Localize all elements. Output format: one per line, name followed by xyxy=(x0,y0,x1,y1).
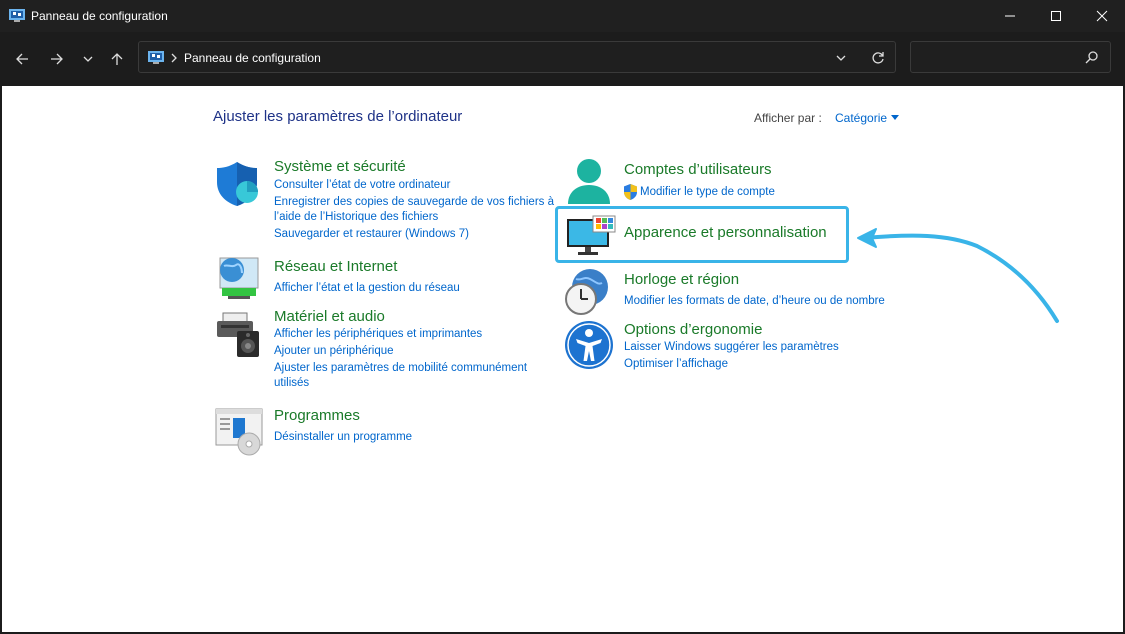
clock-globe-icon xyxy=(565,269,608,315)
view-by-dropdown[interactable]: Catégorie xyxy=(835,111,887,125)
search-input[interactable] xyxy=(910,41,1111,73)
accessibility-icon xyxy=(565,321,613,369)
uac-shield-icon xyxy=(624,184,637,200)
annotation-arrow xyxy=(857,228,1059,323)
link-devices-printers[interactable]: Afficher les périphériques et imprimante… xyxy=(274,326,482,342)
forward-button[interactable] xyxy=(44,46,70,72)
maximize-button[interactable] xyxy=(1033,0,1079,32)
caret-down-icon[interactable] xyxy=(891,115,899,120)
category-network-internet[interactable]: Réseau et Internet xyxy=(274,258,397,275)
title-bar: Panneau de configuration xyxy=(0,0,1125,32)
chevron-down-icon xyxy=(83,56,93,62)
category-clock-region[interactable]: Horloge et région xyxy=(624,271,739,288)
breadcrumb[interactable]: Panneau de configuration xyxy=(184,51,321,65)
link-optimize-display[interactable]: Optimiser l’affichage xyxy=(624,356,728,372)
link-change-account-type[interactable]: Modifier le type de compte xyxy=(640,184,775,200)
category-user-accounts[interactable]: Comptes d’utilisateurs xyxy=(624,161,772,178)
minimize-icon xyxy=(1005,15,1015,17)
recent-locations-button[interactable] xyxy=(75,46,101,72)
close-button[interactable] xyxy=(1079,0,1125,32)
address-bar[interactable]: Panneau de configuration xyxy=(138,41,896,73)
search-icon xyxy=(1085,51,1098,64)
search-field[interactable] xyxy=(917,48,1081,68)
close-icon xyxy=(1096,10,1108,22)
maximize-icon xyxy=(1051,11,1061,21)
link-change-date-formats[interactable]: Modifier les formats de date, d’heure ou… xyxy=(624,293,885,309)
arrow-left-icon xyxy=(16,53,28,65)
page-title: Ajuster les paramètres de l’ordinateur xyxy=(213,108,463,125)
link-save-backup-copies[interactable]: Enregistrer des copies de sauvegarde de … xyxy=(274,194,554,210)
category-programs[interactable]: Programmes xyxy=(274,407,360,424)
category-system-security[interactable]: Système et sécurité xyxy=(274,158,406,175)
link-file-history[interactable]: l’aide de l’Historique des fichiers xyxy=(274,209,438,225)
arrow-up-icon xyxy=(111,53,123,65)
minimize-button[interactable] xyxy=(987,0,1033,32)
link-windows-suggest-settings[interactable]: Laisser Windows suggérer les paramètres xyxy=(624,339,839,355)
printer-speaker-icon xyxy=(217,312,259,357)
navigation-bar: Panneau de configuration xyxy=(0,32,1125,86)
highlight-box xyxy=(555,206,849,263)
control-panel-icon xyxy=(148,51,164,64)
link-check-computer-status[interactable]: Consulter l’état de votre ordinateur xyxy=(274,177,450,193)
link-mobility-settings[interactable]: Ajuster les paramètres de mobilité commu… xyxy=(274,360,527,376)
link-backup-restore[interactable]: Sauvegarder et restaurer (Windows 7) xyxy=(274,226,469,242)
category-hardware-sound[interactable]: Matériel et audio xyxy=(274,308,385,325)
refresh-icon[interactable] xyxy=(871,51,885,65)
link-add-device[interactable]: Ajouter un périphérique xyxy=(274,343,394,359)
link-uninstall-program[interactable]: Désinstaller un programme xyxy=(274,429,412,445)
window-title: Panneau de configuration xyxy=(31,9,168,23)
category-ease-of-access[interactable]: Options d’ergonomie xyxy=(624,321,762,338)
view-by-label: Afficher par : xyxy=(754,111,822,125)
chevron-right-icon xyxy=(171,53,177,63)
user-account-icon xyxy=(568,159,610,204)
network-globe-icon xyxy=(219,257,259,299)
link-mobility-settings-continued[interactable]: utilisés xyxy=(274,375,309,391)
chevron-down-icon[interactable] xyxy=(835,53,847,63)
back-button[interactable] xyxy=(9,46,35,72)
arrow-right-icon xyxy=(51,53,63,65)
up-button[interactable] xyxy=(104,46,130,72)
link-network-status[interactable]: Afficher l’état et la gestion du réseau xyxy=(274,280,460,296)
content-area: Ajuster les paramètres de l’ordinateur A… xyxy=(2,86,1123,632)
programs-icon xyxy=(215,408,263,456)
shield-icon xyxy=(217,162,258,206)
control-panel-icon xyxy=(9,9,25,22)
